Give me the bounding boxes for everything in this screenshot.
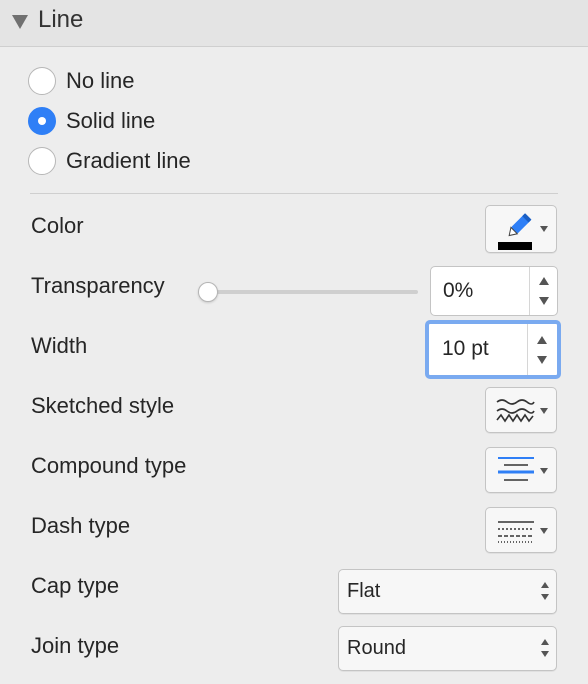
- transparency-slider-track[interactable]: [208, 290, 418, 294]
- stepper-up-icon[interactable]: [539, 277, 549, 285]
- join-type-select[interactable]: Round: [338, 626, 557, 671]
- pen-icon: [498, 213, 532, 250]
- dash-type-label: Dash type: [31, 513, 131, 538]
- gradient-line-radio[interactable]: [28, 147, 56, 175]
- transparency-label: Transparency: [31, 273, 165, 298]
- cap-type-value: Flat: [347, 580, 381, 602]
- stepper-down-icon[interactable]: [537, 356, 547, 364]
- sketched-style-label: Sketched style: [31, 393, 175, 418]
- width-label: Width: [31, 333, 88, 358]
- select-down-icon: [541, 651, 549, 657]
- cap-type-label: Cap type: [31, 573, 120, 598]
- divider: [30, 193, 558, 194]
- section-title: Line: [38, 6, 84, 33]
- join-type-value: Round: [347, 637, 406, 659]
- no-line-radio[interactable]: [28, 67, 56, 95]
- color-picker-button[interactable]: [485, 205, 557, 253]
- transparency-value[interactable]: 0%: [443, 271, 473, 311]
- line-section-header[interactable]: Line: [0, 0, 588, 47]
- compound-lines-icon: [498, 457, 534, 481]
- dash-type-button[interactable]: [485, 507, 557, 553]
- solid-line-radio[interactable]: [28, 107, 56, 135]
- stepper-up-icon[interactable]: [537, 336, 547, 344]
- compound-type-label: Compound type: [31, 453, 187, 478]
- no-line-label: No line: [66, 68, 135, 93]
- transparency-slider-knob[interactable]: [198, 282, 218, 302]
- join-type-label: Join type: [31, 633, 120, 658]
- width-stepper[interactable]: 10 pt: [425, 320, 561, 379]
- width-value[interactable]: 10 pt: [442, 329, 489, 369]
- chevron-down-icon: [540, 226, 548, 232]
- select-down-icon: [541, 594, 549, 600]
- dash-lines-icon: [498, 521, 534, 543]
- cap-type-select[interactable]: Flat: [338, 569, 557, 614]
- chevron-down-icon: [540, 468, 548, 474]
- solid-line-label: Solid line: [66, 108, 156, 133]
- color-label: Color: [31, 213, 84, 238]
- squiggle-lines-icon: [496, 399, 535, 423]
- chevron-down-icon: [540, 408, 548, 414]
- stepper-down-icon[interactable]: [539, 297, 549, 305]
- chevron-down-icon: [540, 528, 548, 534]
- transparency-stepper[interactable]: 0%: [430, 266, 558, 316]
- select-up-icon: [541, 582, 549, 588]
- compound-type-button[interactable]: [485, 447, 557, 493]
- disclosure-triangle-icon[interactable]: [12, 15, 28, 29]
- sketched-style-button[interactable]: [485, 387, 557, 433]
- select-up-icon: [541, 639, 549, 645]
- gradient-line-label: Gradient line: [66, 148, 191, 173]
